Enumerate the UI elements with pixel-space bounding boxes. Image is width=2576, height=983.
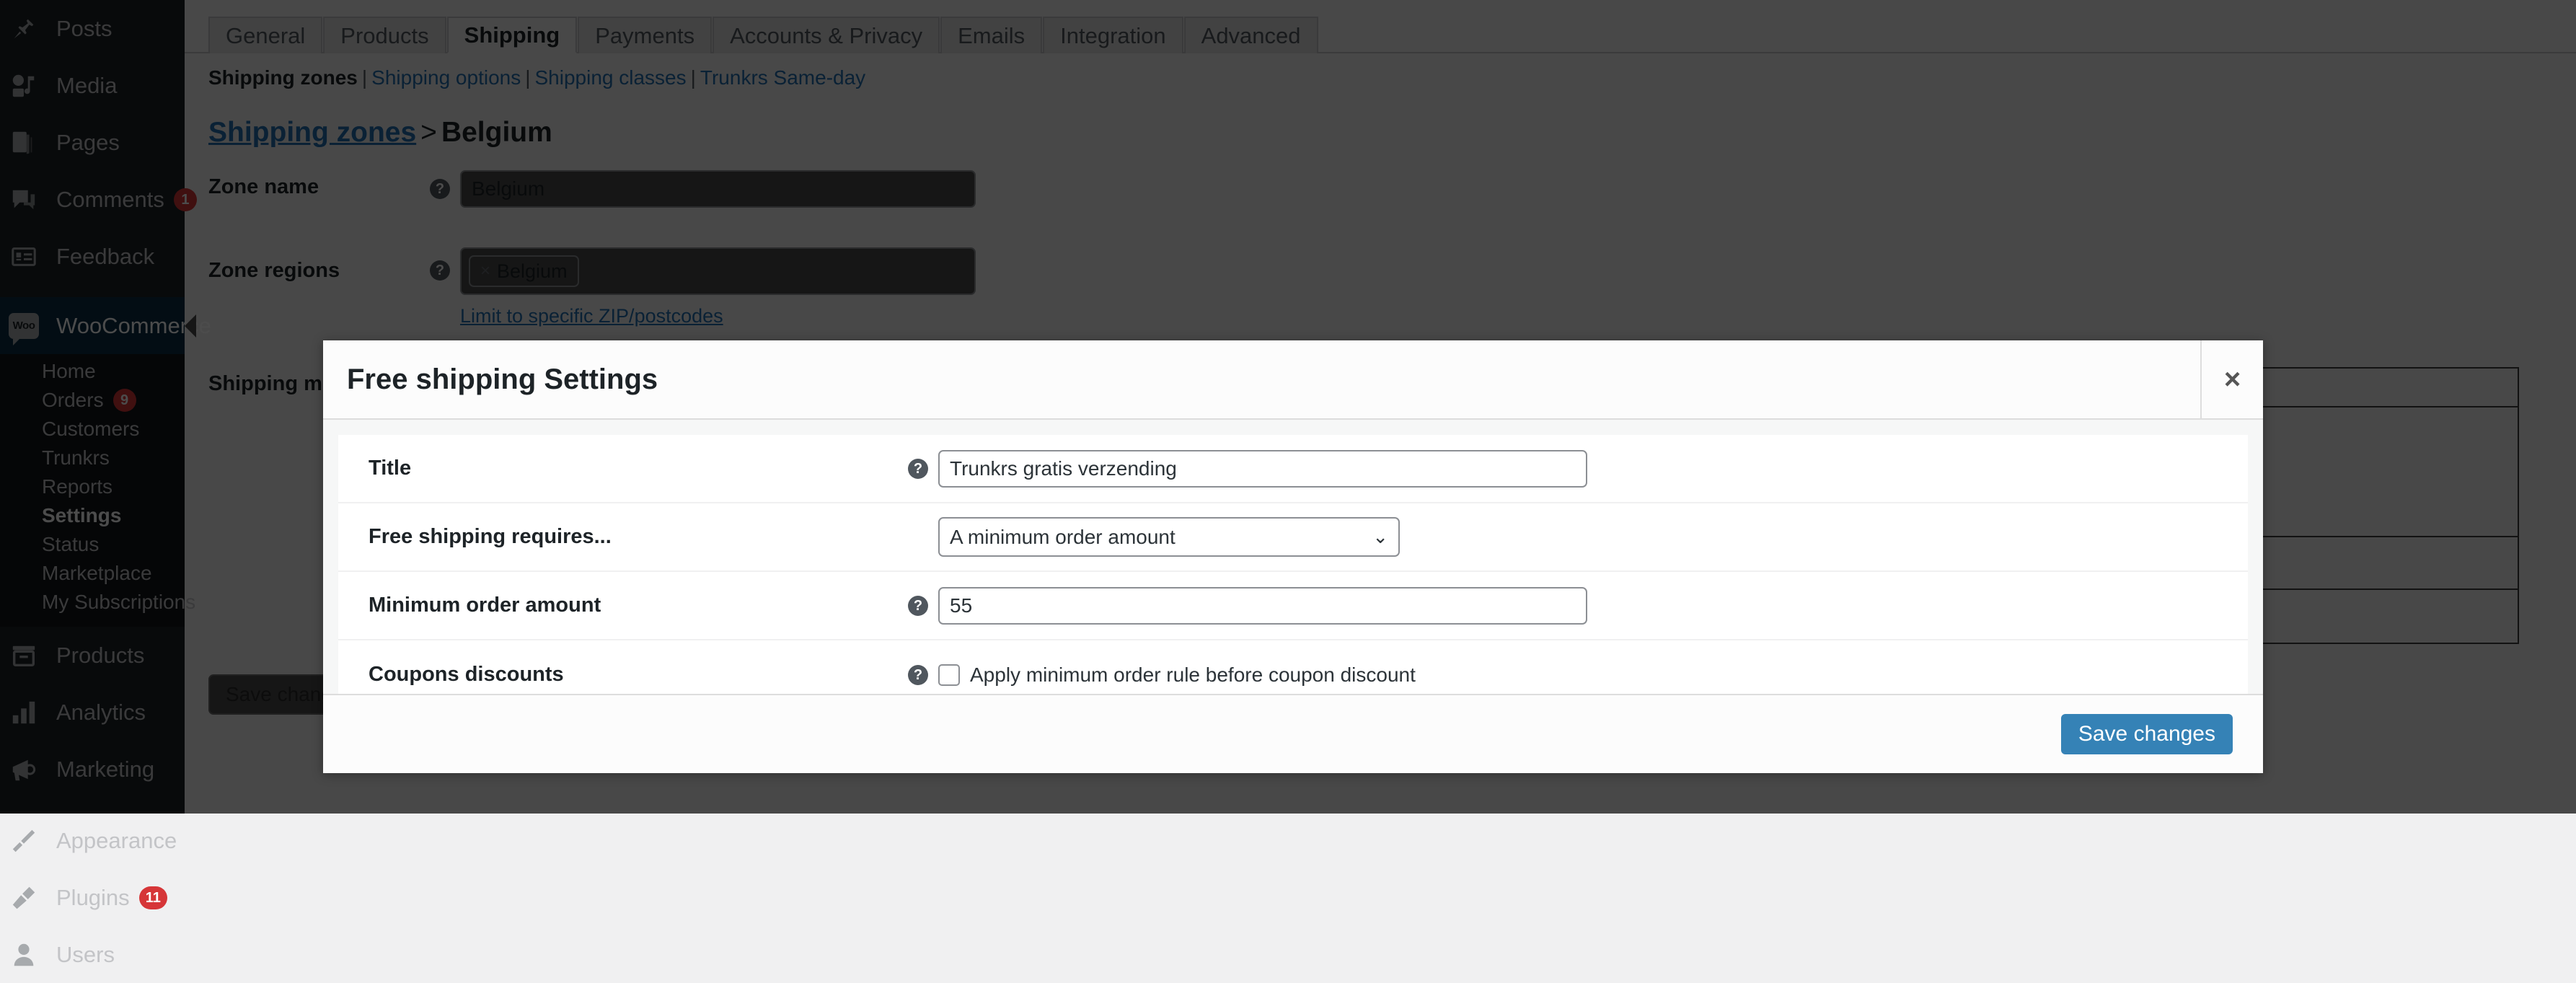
free-shipping-requires-field: A minimum order amount ⌄ bbox=[908, 517, 2248, 557]
coupons-discounts-field: ? Apply minimum order rule before coupon… bbox=[908, 664, 2248, 687]
help-icon[interactable]: ? bbox=[908, 458, 928, 479]
apply-minimum-order-rule-label[interactable]: Apply minimum order rule before coupon d… bbox=[970, 664, 1416, 687]
modal-row-minimum-order-amount: Minimum order amount ? 55 bbox=[338, 572, 2248, 640]
modal-row-coupons-discounts: Coupons discounts ? Apply minimum order … bbox=[338, 640, 2248, 694]
save-changes-button[interactable]: Save changes bbox=[2060, 714, 2233, 754]
modal-row-title: Title ? Trunkrs gratis verzending bbox=[338, 435, 2248, 503]
modal-footer: Save changes bbox=[323, 694, 2263, 773]
free-shipping-settings-modal: Free shipping Settings × Title ? Trunkrs… bbox=[323, 340, 2263, 773]
sidebar-item-label: Plugins bbox=[56, 885, 130, 910]
plugins-badge: 11 bbox=[138, 886, 167, 909]
minimum-order-amount-label: Minimum order amount bbox=[369, 594, 601, 617]
coupons-discounts-label: Coupons discounts bbox=[369, 663, 564, 686]
apply-minimum-order-rule-checkbox[interactable] bbox=[938, 664, 960, 686]
modal-form: Title ? Trunkrs gratis verzending Free s… bbox=[338, 435, 2248, 694]
minimum-order-amount-field: ? 55 bbox=[908, 586, 2248, 625]
sidebar-item-appearance[interactable]: Appearance bbox=[0, 812, 185, 869]
modal-title: Free shipping Settings bbox=[347, 363, 658, 395]
help-icon[interactable]: ? bbox=[908, 664, 928, 685]
modal-body: Title ? Trunkrs gratis verzending Free s… bbox=[323, 420, 2263, 694]
free-shipping-requires-select[interactable]: A minimum order amount ⌄ bbox=[938, 517, 1400, 557]
title-label: Title bbox=[369, 457, 412, 480]
users-icon bbox=[7, 938, 40, 971]
sidebar-item-plugins[interactable]: Plugins 11 bbox=[0, 869, 185, 926]
sidebar-item-label: Appearance bbox=[56, 828, 177, 853]
title-field: ? Trunkrs gratis verzending bbox=[908, 449, 2248, 488]
minimum-order-amount-input[interactable]: 55 bbox=[938, 586, 1587, 625]
plugins-icon bbox=[7, 881, 40, 914]
modal-row-free-shipping-requires: Free shipping requires... A minimum orde… bbox=[338, 503, 2248, 572]
sidebar-item-users[interactable]: Users bbox=[0, 926, 185, 983]
help-icon[interactable]: ? bbox=[908, 595, 928, 616]
close-icon[interactable]: × bbox=[2200, 340, 2263, 418]
modal-header: Free shipping Settings × bbox=[323, 340, 2263, 420]
sidebar-item-label: Users bbox=[56, 942, 115, 967]
appearance-icon bbox=[7, 824, 40, 858]
chevron-down-icon: ⌄ bbox=[1372, 526, 1388, 547]
free-shipping-requires-label: Free shipping requires... bbox=[369, 525, 612, 548]
title-input[interactable]: Trunkrs gratis verzending bbox=[938, 449, 1587, 488]
sidebar-bottom-group: Appearance Plugins 11 Users bbox=[0, 812, 185, 983]
select-value: A minimum order amount bbox=[950, 525, 1175, 548]
